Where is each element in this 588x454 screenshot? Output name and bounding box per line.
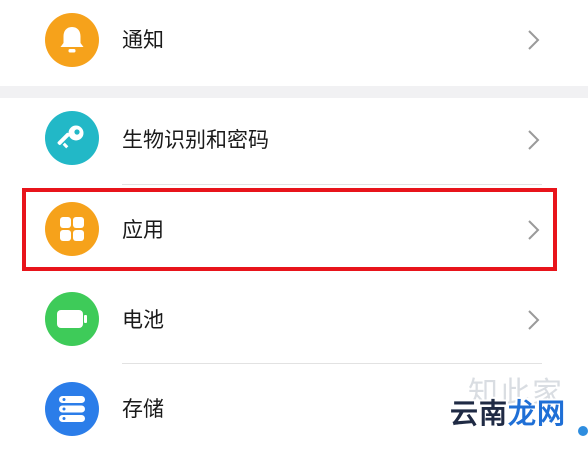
key-icon	[45, 111, 99, 165]
watermark-logo: 云南龙网	[450, 392, 566, 432]
watermark-part-a: 云南	[450, 397, 509, 430]
settings-item-label: 存储	[122, 397, 164, 421]
bell-icon	[45, 13, 99, 67]
chevron-right-icon	[528, 310, 540, 330]
section-gap	[0, 86, 588, 98]
settings-item-notifications[interactable]: 通知	[0, 0, 588, 87]
settings-item-label: 电池	[122, 308, 164, 332]
storage-icon	[45, 382, 99, 436]
watermark-part-b: 龙网	[508, 397, 567, 430]
settings-item-battery[interactable]: 电池	[0, 275, 588, 365]
settings-item-label: 通知	[122, 28, 164, 52]
battery-icon	[45, 292, 99, 346]
settings-item-biometrics-password[interactable]: 生物识别和密码	[0, 98, 588, 188]
chevron-right-icon	[528, 130, 540, 150]
settings-item-label: 生物识别和密码	[122, 128, 269, 152]
highlight-box	[22, 188, 557, 271]
chevron-right-icon	[528, 30, 540, 50]
